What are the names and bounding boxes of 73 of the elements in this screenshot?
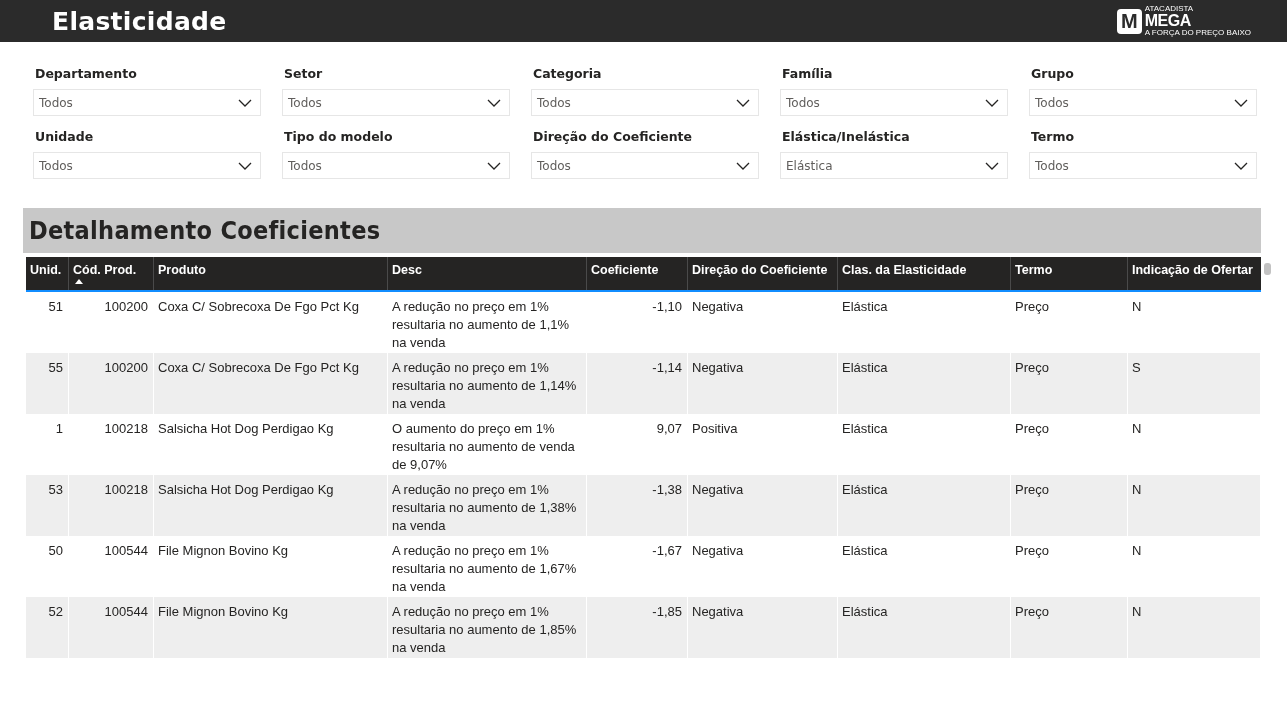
chevron-down-icon [736, 98, 750, 107]
table-cell: Negativa [688, 597, 838, 658]
chevron-down-icon [985, 161, 999, 170]
chevron-down-icon [985, 98, 999, 107]
filter-label: Unidade [34, 129, 95, 146]
filter-dropdown[interactable]: Todos [1029, 152, 1257, 179]
filter-dropdown[interactable]: Elástica [780, 152, 1008, 179]
column-header[interactable]: Cód. Prod. [69, 257, 154, 290]
table-cell: Elástica [838, 353, 1011, 414]
table-cell: A redução no preço em 1% resultaria no aumento de 1,85% na venda [388, 597, 587, 658]
filter-dropdown[interactable]: Todos [33, 152, 261, 179]
table-cell: 100218 [69, 475, 154, 536]
filter-dropdown[interactable]: Todos [531, 152, 759, 179]
table-cell: Preço [1011, 597, 1128, 658]
chevron-down-icon [1234, 161, 1248, 170]
table-cell: 52 [26, 597, 69, 658]
filter-label: Departamento [34, 66, 138, 83]
table-cell: 55 [26, 353, 69, 414]
filter-label: Família [781, 66, 834, 83]
table-cell: Coxa C/ Sobrecoxa De Fgo Pct Kg [154, 353, 388, 414]
table-cell: N [1128, 475, 1261, 536]
table-cell: -1,14 [587, 353, 688, 414]
filter-label: Setor [283, 66, 324, 83]
filter-dropdown[interactable]: Todos [780, 89, 1008, 116]
column-header[interactable]: Indicação de Ofertar [1128, 257, 1261, 290]
table-cell: Negativa [688, 475, 838, 536]
column-header[interactable]: Desc [388, 257, 587, 290]
table-cell: Preço [1011, 353, 1128, 414]
filter-dropdown[interactable]: Todos [282, 152, 510, 179]
table-cell: 100200 [69, 353, 154, 414]
table-cell: A redução no preço em 1% resultaria no aumento de 1,38% na venda [388, 475, 587, 536]
chevron-down-icon [238, 161, 252, 170]
filter-label: Tipo do modelo [283, 129, 394, 146]
logo-name: MEGA [1144, 13, 1192, 29]
filter-dropdown[interactable]: Todos [531, 89, 759, 116]
filter-label: Grupo [1030, 66, 1075, 83]
column-header[interactable]: Unid. [26, 257, 69, 290]
column-header[interactable]: Produto [154, 257, 388, 290]
logo-tagline: ATACADISTA [1144, 5, 1195, 13]
logo-mark: M [1116, 8, 1142, 34]
logo-slogan: A FORÇA DO PREÇO BAIXO [1144, 29, 1251, 37]
filter-dropdown[interactable]: Todos [33, 89, 261, 116]
chevron-down-icon [487, 161, 501, 170]
table-title: Detalhamento Coeficientes [23, 208, 1261, 253]
column-header[interactable]: Clas. da Elasticidade [838, 257, 1011, 290]
table-cell: Elástica [838, 597, 1011, 658]
table-cell: Elástica [838, 475, 1011, 536]
table-cell: A redução no preço em 1% resultaria no aumento de 1,14% na venda [388, 353, 587, 414]
filter-dropdown[interactable]: Todos [1029, 89, 1257, 116]
table-cell: 53 [26, 475, 69, 536]
table-cell: -1,38 [587, 475, 688, 536]
table-cell: S [1128, 353, 1261, 414]
table-cell: Preço [1011, 475, 1128, 536]
table-cell: Salsicha Hot Dog Perdigao Kg [154, 475, 388, 536]
chevron-down-icon [238, 98, 252, 107]
chevron-down-icon [1234, 98, 1248, 107]
filter-label: Elástica/Inelástica [781, 129, 911, 146]
chevron-down-icon [736, 161, 750, 170]
chevron-down-icon [487, 98, 501, 107]
column-header[interactable]: Direção do Coeficiente [688, 257, 838, 290]
table-cell: N [1128, 597, 1261, 658]
scrollbar-thumb[interactable] [1264, 263, 1271, 275]
filter-label: Direção do Coeficiente [532, 129, 693, 146]
filter-label: Termo [1030, 129, 1076, 146]
table-cell: -1,85 [587, 597, 688, 658]
page-title: Elasticidade [52, 6, 227, 36]
table-cell: Negativa [688, 353, 838, 414]
column-header[interactable]: Termo [1011, 257, 1128, 290]
table-cell: File Mignon Bovino Kg [154, 597, 388, 658]
column-header[interactable]: Coeficiente [587, 257, 688, 290]
filter-dropdown[interactable]: Todos [282, 89, 510, 116]
filter-label: Categoria [532, 66, 603, 83]
table-cell: 100544 [69, 597, 154, 658]
